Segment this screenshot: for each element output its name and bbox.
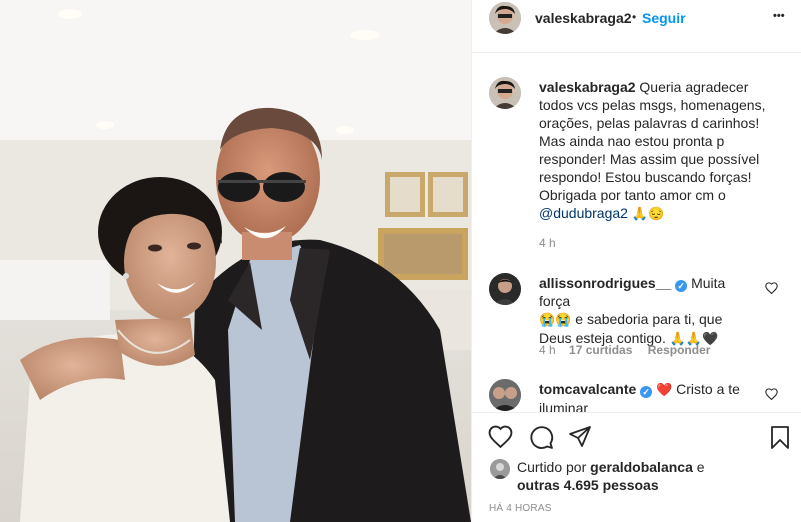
like-heart-icon[interactable]: [488, 425, 513, 448]
comment-like-heart-icon[interactable]: [765, 282, 778, 294]
comment-like-heart-icon[interactable]: [765, 388, 778, 400]
post-timestamp[interactable]: HÁ 4 HORAS: [489, 503, 552, 514]
comment-text-1: allissonrodrigues__ ✓ Muita força 😭😭 e s…: [539, 274, 759, 348]
post-actions: Curtido por geraldobalanca e outras 4.69…: [472, 412, 801, 522]
comment-emoji-2: ❤️: [656, 382, 673, 397]
share-paper-plane-icon[interactable]: [568, 425, 592, 449]
comment-line-2a: Cristo a te: [676, 381, 740, 397]
comment-meta-1: 4 h 17 curtidas Responder: [539, 343, 710, 357]
likes-others[interactable]: outras 4.695 pessoas: [517, 477, 659, 493]
comment-likes-1[interactable]: 17 curtidas: [569, 343, 632, 357]
comment-line-1b: e sabedoria para ti, que: [575, 311, 723, 327]
comment-avatar[interactable]: [489, 273, 521, 305]
comment-username-1[interactable]: allissonrodrigues__: [539, 275, 671, 291]
caption-emojis: 🙏😔: [631, 206, 665, 221]
likes-summary: Curtido por geraldobalanca e outras 4.69…: [517, 458, 787, 494]
post-caption: valeskabraga2 Queria agradecer todos vcs…: [539, 78, 779, 223]
comment-reply-button-1[interactable]: Responder: [648, 343, 711, 357]
comment-avatar[interactable]: [489, 379, 521, 411]
comment-line-2b: iluminar: [539, 400, 589, 412]
caption-time[interactable]: 4 h: [539, 236, 556, 250]
comment-emojis-1a: 😭😭: [539, 312, 572, 327]
comment-bubble-icon[interactable]: [529, 425, 554, 450]
caption-avatar[interactable]: [489, 77, 521, 109]
more-options-icon[interactable]: •••: [773, 10, 785, 22]
caption-text: Queria agradecer todos vcs pelas msgs, h…: [539, 79, 766, 203]
caption-username[interactable]: valeskabraga2: [539, 79, 636, 95]
post-header: valeskabraga2 • Seguir •••: [472, 0, 801, 53]
verified-badge-icon: ✓: [640, 386, 653, 398]
comments-list[interactable]: valeskabraga2 Queria agradecer todos vcs…: [472, 54, 801, 412]
comment-text-2: tomcavalcante ✓ ❤️ Cristo a te iluminar: [539, 380, 759, 412]
post-side-panel: valeskabraga2 • Seguir ••• valeskabraga2…: [471, 0, 801, 522]
post-image: [0, 0, 471, 522]
verified-badge-icon: ✓: [675, 280, 688, 292]
author-avatar[interactable]: [489, 2, 521, 34]
save-bookmark-icon[interactable]: [770, 425, 790, 450]
likes-user[interactable]: geraldobalanca: [590, 459, 693, 475]
author-username[interactable]: valeskabraga2: [535, 10, 632, 26]
comment-username-2[interactable]: tomcavalcante: [539, 381, 636, 397]
likes-conj: e: [696, 459, 705, 475]
caption-mention[interactable]: @dudubraga2: [539, 205, 628, 221]
liked-by-avatar[interactable]: [490, 459, 510, 479]
comment-time-1[interactable]: 4 h: [539, 343, 556, 357]
likes-prefix: Curtido por: [517, 459, 587, 475]
follow-button[interactable]: Seguir: [642, 10, 686, 26]
post-photo[interactable]: [0, 0, 471, 522]
header-dot: •: [632, 10, 637, 24]
